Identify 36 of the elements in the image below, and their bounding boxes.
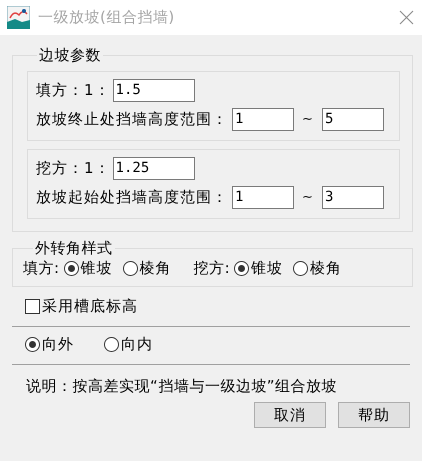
radio-label: 向外 <box>42 335 74 354</box>
help-button[interactable]: 帮助 <box>338 402 410 428</box>
radio-button[interactable] <box>234 261 250 276</box>
radio-label: 棱角 <box>140 259 172 278</box>
radio-button[interactable] <box>104 337 119 352</box>
note-text: 说明：按高差实现“挡墙与一级边坡”组合放坡 <box>26 377 338 396</box>
cancel-button[interactable]: 取消 <box>254 402 326 428</box>
group-title: 边坡参数 <box>38 46 102 65</box>
input-field[interactable]: 1.25 <box>112 156 195 180</box>
input-field[interactable]: 5 <box>322 108 384 130</box>
field-label: 填方：1： <box>36 80 111 100</box>
radio-button[interactable] <box>293 261 308 276</box>
app-icon <box>7 6 30 29</box>
radio-label: 向内 <box>121 335 153 354</box>
close-icon[interactable] <box>399 10 414 25</box>
radio-button[interactable] <box>25 337 40 352</box>
field-label: 挖方：1： <box>36 158 111 178</box>
checkbox-label: 采用槽底标高 <box>42 297 138 316</box>
radio-label: 锥坡 <box>80 259 113 278</box>
input-field[interactable]: 3 <box>322 186 384 208</box>
input-field[interactable]: 1 <box>232 186 294 208</box>
group-title: 外转角样式 <box>34 239 114 258</box>
radio-button[interactable] <box>122 261 138 276</box>
window-title: 一级放坡(组合挡墙) <box>38 8 176 27</box>
radio-button[interactable] <box>64 261 79 276</box>
checkbox[interactable] <box>25 299 40 314</box>
field-label: 放坡终止处挡墙高度范围： <box>36 110 228 128</box>
input-field[interactable]: 1.5 <box>112 78 195 102</box>
range-separator: ~ <box>301 112 315 126</box>
radio-label: 棱角 <box>310 259 342 278</box>
option-label: 填方: <box>23 259 60 278</box>
radio-label: 锥坡 <box>251 259 284 278</box>
option-label: 挖方: <box>194 259 230 278</box>
input-field[interactable]: 1 <box>232 108 294 130</box>
range-separator: ~ <box>301 190 315 204</box>
field-label: 放坡起始处挡墙高度范围： <box>36 188 228 206</box>
